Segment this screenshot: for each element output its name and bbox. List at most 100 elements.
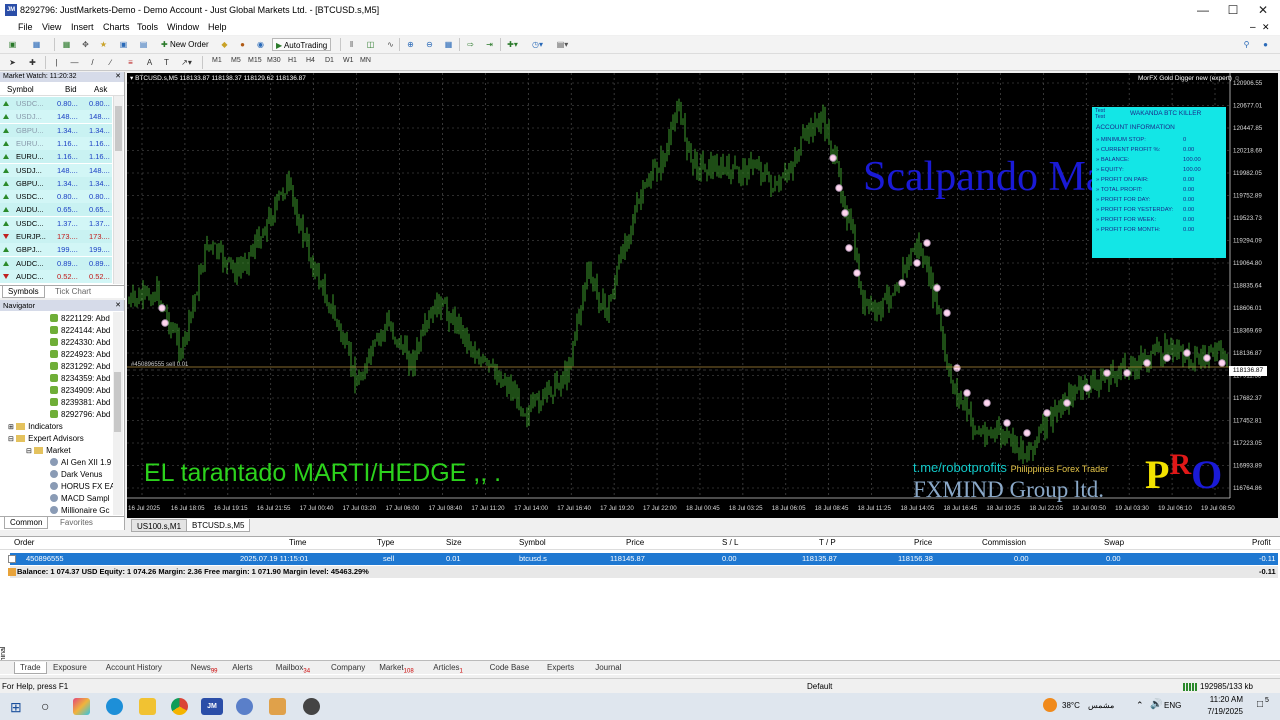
- market-watch-row[interactable]: USDJ... 148.... 148....: [0, 110, 112, 124]
- close-icon[interactable]: ✕: [1248, 3, 1278, 17]
- tile-icon[interactable]: ▦: [442, 38, 455, 51]
- tab-btcusd[interactable]: BTCUSD.s,M5: [186, 519, 251, 532]
- col-time[interactable]: Time: [289, 538, 306, 547]
- terminal-tab[interactable]: Market108: [379, 662, 413, 675]
- menu-window[interactable]: Window: [167, 22, 199, 32]
- col-symbol[interactable]: Symbol: [519, 538, 546, 547]
- weather-desc[interactable]: مشمس: [1088, 701, 1114, 710]
- weather-temp[interactable]: 38°C: [1062, 701, 1080, 710]
- terminal-tab[interactable]: Trade: [14, 662, 47, 674]
- candles-icon[interactable]: ◫: [364, 38, 377, 51]
- nav-indicators[interactable]: ⊞ Indicators: [8, 421, 63, 433]
- nav-ea[interactable]: MACD Sampl: [50, 493, 109, 505]
- menu-tools[interactable]: Tools: [137, 22, 158, 32]
- col-swap[interactable]: Swap: [1104, 538, 1124, 547]
- nav-market[interactable]: ⊟ Market: [26, 445, 71, 457]
- periods-icon[interactable]: ◷▾: [531, 38, 544, 51]
- tf-m15[interactable]: M15: [248, 57, 262, 64]
- templates-icon[interactable]: ▤▾: [556, 38, 569, 51]
- menu-help[interactable]: Help: [208, 22, 227, 32]
- price-chart[interactable]: 120906.55 120677.01 120447.85 120218.69 1199…: [127, 73, 1278, 518]
- profile-name[interactable]: Default: [807, 682, 832, 691]
- menu-charts[interactable]: Charts: [103, 22, 130, 32]
- windows-start-icon[interactable]: ⊞: [10, 699, 22, 716]
- crosshair-icon[interactable]: ✚: [26, 56, 39, 69]
- chart-shift-icon[interactable]: ⇥: [483, 38, 496, 51]
- col-type[interactable]: Type: [377, 538, 394, 547]
- market-watch-row[interactable]: GBPJ... 199.... 199....: [0, 243, 112, 257]
- fibo-icon[interactable]: ≡: [124, 56, 137, 69]
- menu-view[interactable]: View: [42, 22, 61, 32]
- vertical-line-icon[interactable]: |: [50, 56, 63, 69]
- menu-file[interactable]: File: [18, 22, 33, 32]
- community-icon[interactable]: ●: [1259, 38, 1272, 51]
- tf-h1[interactable]: H1: [288, 57, 297, 64]
- order-row[interactable]: 450896555 2025.07.19 11:15:01 sell 0.01 …: [8, 553, 1278, 565]
- zoom-out-icon[interactable]: ⊖: [423, 38, 436, 51]
- col-order[interactable]: Order: [14, 538, 34, 547]
- terminal-tab[interactable]: Account History: [106, 662, 162, 674]
- mdi-close-icon[interactable]: ✕: [1262, 22, 1270, 33]
- terminal-tab[interactable]: Exposure: [53, 662, 87, 674]
- app-icon-blue[interactable]: [236, 698, 253, 715]
- market-watch-row[interactable]: AUDC... 0.52... 0.52...: [0, 269, 112, 283]
- label-tool-icon[interactable]: T: [160, 56, 173, 69]
- nav-account[interactable]: 8224923: Abd: [50, 349, 110, 361]
- bar-chart-icon[interactable]: ‖: [345, 38, 358, 51]
- tab-favorites[interactable]: Favorites: [55, 517, 98, 529]
- minimize-icon[interactable]: —: [1188, 3, 1218, 17]
- new-chart-icon[interactable]: ▣: [6, 38, 19, 51]
- market-watch-row[interactable]: USDC... 0.80... 0.80...: [0, 97, 112, 110]
- tab-us100[interactable]: US100.s,M1: [131, 519, 188, 532]
- language-indicator[interactable]: ENG: [1164, 701, 1181, 710]
- copilot-icon[interactable]: [73, 698, 90, 715]
- terminal-tab[interactable]: Mailbox34: [276, 662, 310, 675]
- tab-symbols[interactable]: Symbols: [2, 286, 45, 298]
- tf-m1[interactable]: M1: [212, 57, 222, 64]
- nav-ea[interactable]: AI Gen XII 1.9: [50, 457, 111, 469]
- market-watch-row[interactable]: USDJ... 148.... 148....: [0, 163, 112, 177]
- market-watch-row[interactable]: GBPU... 1.34... 1.34...: [0, 176, 112, 190]
- nav-account[interactable]: 8234359: Abd: [50, 373, 110, 385]
- terminal-tab[interactable]: News99: [191, 662, 218, 675]
- notification-icon[interactable]: □: [1257, 699, 1263, 710]
- zoom-in-icon[interactable]: ⊕: [404, 38, 417, 51]
- market-watch-row[interactable]: EURJP... 173.... 173....: [0, 230, 112, 243]
- search-icon[interactable]: ○: [41, 698, 49, 714]
- market-icon[interactable]: ●: [236, 38, 249, 51]
- market-watch-row[interactable]: GBPU... 1.34... 1.34...: [0, 123, 112, 137]
- market-watch-scrollbar[interactable]: [113, 96, 123, 284]
- file-explorer-icon[interactable]: [139, 698, 156, 715]
- app-icon-orange[interactable]: [269, 698, 286, 715]
- app-icon-dark[interactable]: [303, 698, 320, 715]
- col-size[interactable]: Size: [446, 538, 462, 547]
- terminal-tab[interactable]: Alerts: [232, 662, 252, 674]
- navigator-scrollbar[interactable]: [113, 312, 123, 515]
- market-watch-row[interactable]: AUDU... 0.65... 0.65...: [0, 203, 112, 217]
- tray-chevron-icon[interactable]: ⌃: [1136, 700, 1144, 711]
- terminal-tab[interactable]: Experts: [547, 662, 574, 674]
- chrome-icon[interactable]: [171, 698, 188, 715]
- col-profit[interactable]: Profit: [1252, 538, 1271, 547]
- col-ask[interactable]: Ask: [94, 85, 107, 94]
- nav-account[interactable]: 8234909: Abd: [50, 385, 110, 397]
- market-watch-icon[interactable]: ▦: [60, 38, 73, 51]
- market-watch-row[interactable]: AUDC... 0.89... 0.89...: [0, 256, 112, 270]
- market-watch-row[interactable]: USDC... 0.80... 0.80...: [0, 190, 112, 204]
- clock-date[interactable]: 7/19/2025: [1200, 707, 1243, 716]
- terminal-tab[interactable]: Company: [331, 662, 365, 674]
- autotrading-button[interactable]: ▶ AutoTrading: [272, 38, 332, 51]
- tab-common[interactable]: Common: [4, 517, 49, 529]
- terminal-tab[interactable]: Articles1: [433, 662, 463, 675]
- line-chart-icon[interactable]: ∿: [384, 38, 397, 51]
- terminal-icon[interactable]: ▣: [117, 38, 130, 51]
- sound-icon[interactable]: 🔊: [1150, 699, 1162, 710]
- close-icon[interactable]: ✕: [115, 72, 121, 80]
- col-symbol[interactable]: Symbol: [7, 85, 34, 94]
- new-order-button[interactable]: ✚ New Order: [158, 38, 212, 51]
- nav-account[interactable]: 8224330: Abd: [50, 337, 110, 349]
- tf-m5[interactable]: M5: [231, 57, 241, 64]
- channel-icon[interactable]: ∕: [104, 56, 117, 69]
- menu-insert[interactable]: Insert: [71, 22, 94, 32]
- tf-d1[interactable]: D1: [325, 57, 334, 64]
